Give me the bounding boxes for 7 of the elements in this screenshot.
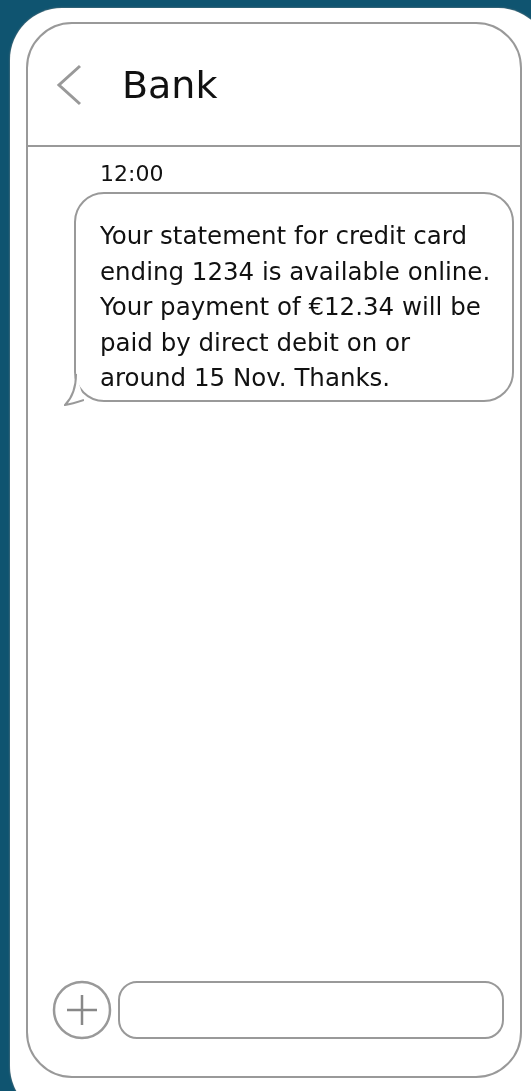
conversation-title: Bank — [122, 62, 218, 107]
add-icon[interactable] — [52, 980, 112, 1040]
message-time: 12:00 — [100, 161, 165, 186]
bubble-tail — [64, 373, 84, 406]
back-icon[interactable] — [56, 63, 82, 106]
message-input-field[interactable] — [118, 981, 504, 1039]
message-bubble: Your statement for credit card ending 1234 is available online. Your payment of €12.34 will be paid by direct debit on or around 15 Nov. Thanks. — [74, 192, 514, 402]
